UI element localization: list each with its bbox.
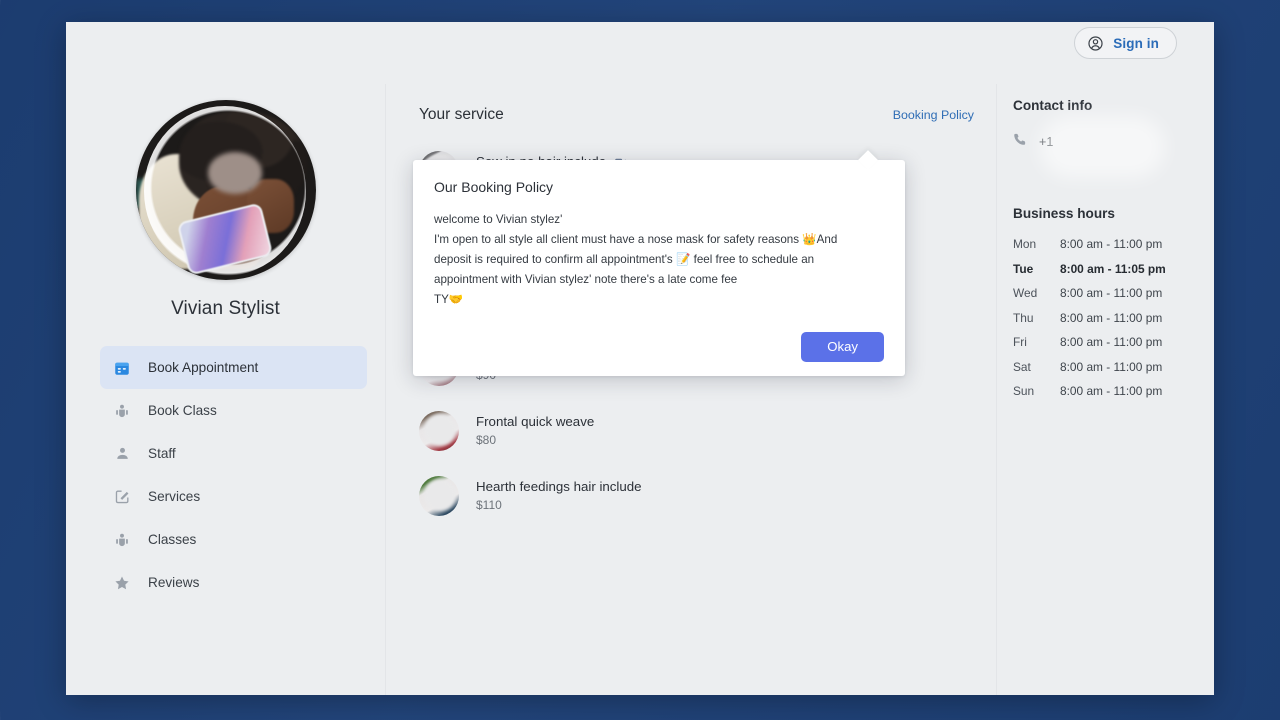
sidebar-item-label: Reviews [148, 575, 200, 590]
service-info: Frontal quick weave $80 [476, 414, 594, 447]
sidebar-item-label: Staff [148, 446, 176, 461]
sidebar-item-classes[interactable]: Classes [100, 518, 367, 561]
left-sidebar: Vivian Stylist Book Appointment Book Cla… [66, 84, 386, 695]
business-hours-list: Mon 8:00 am - 11:00 pm Tue 8:00 am - 11:… [1013, 237, 1214, 398]
hours-value: 8:00 am - 11:00 pm [1060, 286, 1163, 300]
booking-policy-link[interactable]: Booking Policy [893, 108, 974, 122]
sidebar-item-label: Classes [148, 532, 197, 547]
sidebar-item-services[interactable]: Services [100, 475, 367, 518]
list-item[interactable]: Hearth feedings hair include $110 [386, 463, 996, 528]
sidebar-item-book-class[interactable]: Book Class [100, 389, 367, 432]
hours-day: Thu [1013, 310, 1034, 325]
contact-info-title: Contact info [1013, 98, 1093, 113]
service-thumbnail [419, 410, 459, 451]
class-icon [112, 531, 132, 549]
hours-value: 8:00 am - 11:00 pm [1060, 359, 1163, 374]
sidebar-item-staff[interactable]: Staff [100, 432, 367, 475]
list-item[interactable]: Frontal quick weave $80 [386, 398, 996, 463]
redacted-phone-blur [1039, 116, 1165, 178]
phone-icon [1013, 132, 1027, 151]
account-circle-icon [1087, 35, 1104, 52]
service-info: Hearth feedings hair include $110 [476, 479, 642, 512]
person-icon [112, 445, 132, 462]
service-thumbnail [419, 475, 459, 516]
service-name-row: Frontal quick weave [476, 414, 594, 429]
main-header: Your service Booking Policy [386, 84, 996, 124]
contact-phone-row: +1 [1013, 116, 1214, 178]
top-bar: Sign in [66, 22, 1214, 84]
hours-day: Tue [1013, 261, 1034, 276]
section-title: Your service [419, 106, 504, 123]
hours-row: Sat 8:00 am - 11:00 pm [1013, 360, 1214, 374]
class-icon [112, 402, 132, 420]
sidebar-item-label: Book Appointment [148, 360, 259, 375]
sidebar-item-label: Book Class [148, 403, 217, 418]
avatar-container [66, 100, 385, 280]
service-price: $110 [476, 498, 502, 512]
sidebar-item-reviews[interactable]: Reviews [100, 561, 367, 604]
hours-row: Fri 8:00 am - 11:00 pm [1013, 335, 1214, 349]
hours-day: Fri [1013, 335, 1027, 349]
content-columns: Vivian Stylist Book Appointment Book Cla… [66, 84, 1214, 695]
page-title: Vivian Stylist [171, 298, 280, 319]
sign-in-button[interactable]: Sign in [1074, 27, 1177, 59]
hours-row: Mon 8:00 am - 11:00 pm [1013, 237, 1214, 251]
service-name: Frontal quick weave [476, 414, 595, 429]
service-price: $80 [476, 433, 497, 447]
popover-title: Our Booking Policy [434, 179, 554, 195]
avatar [135, 100, 316, 280]
calendar-icon [112, 359, 132, 377]
popover-line: I'm open to all style all client must ha… [434, 232, 838, 286]
hours-row: Thu 8:00 am - 11:00 pm [1013, 311, 1214, 325]
hours-value: 8:00 am - 11:00 pm [1060, 335, 1163, 349]
hours-value: 8:00 am - 11:00 pm [1060, 310, 1163, 325]
business-hours-title: Business hours [1013, 206, 1115, 221]
sidebar-item-label: Services [148, 489, 201, 504]
booking-policy-popover: Our Booking Policy welcome to Vivian sty… [413, 160, 905, 376]
main-panel: Your service Booking Policy Sew in no ha… [386, 84, 997, 695]
hours-day: Sat [1013, 359, 1031, 374]
hours-row: Tue 8:00 am - 11:05 pm [1013, 262, 1214, 276]
popover-actions: Okay [434, 331, 884, 362]
hours-day: Wed [1013, 286, 1038, 300]
hours-row: Sun 8:00 am - 11:00 pm [1013, 384, 1214, 398]
sidebar-nav: Book Appointment Book Class Staff Servic… [66, 346, 385, 604]
popover-body: welcome to Vivian stylez' I'm open to al… [434, 210, 874, 310]
service-name-row: Hearth feedings hair include [476, 479, 642, 494]
hours-value: 8:00 am - 11:05 pm [1060, 261, 1166, 276]
hours-value: 8:00 am - 11:00 pm [1060, 237, 1163, 251]
app-window: Sign in Vivian Stylist Book Appointment … [66, 22, 1214, 695]
hours-value: 8:00 am - 11:00 pm [1060, 384, 1163, 398]
hours-day: Sun [1013, 384, 1035, 398]
hours-day: Mon [1013, 237, 1037, 251]
edit-square-icon [112, 488, 132, 505]
right-sidebar: Contact info +1 Business hours Mon 8:00 … [997, 84, 1214, 695]
star-icon [112, 574, 132, 592]
popover-line: welcome to Vivian stylez' [434, 213, 563, 226]
service-name: Hearth feedings hair include [476, 479, 642, 494]
popover-line: TY🤝 [434, 292, 464, 306]
sign-in-label: Sign in [1113, 35, 1159, 51]
hours-row: Wed 8:00 am - 11:00 pm [1013, 286, 1214, 300]
okay-button[interactable]: Okay [801, 331, 884, 362]
sidebar-item-book-appointment[interactable]: Book Appointment [100, 346, 367, 389]
